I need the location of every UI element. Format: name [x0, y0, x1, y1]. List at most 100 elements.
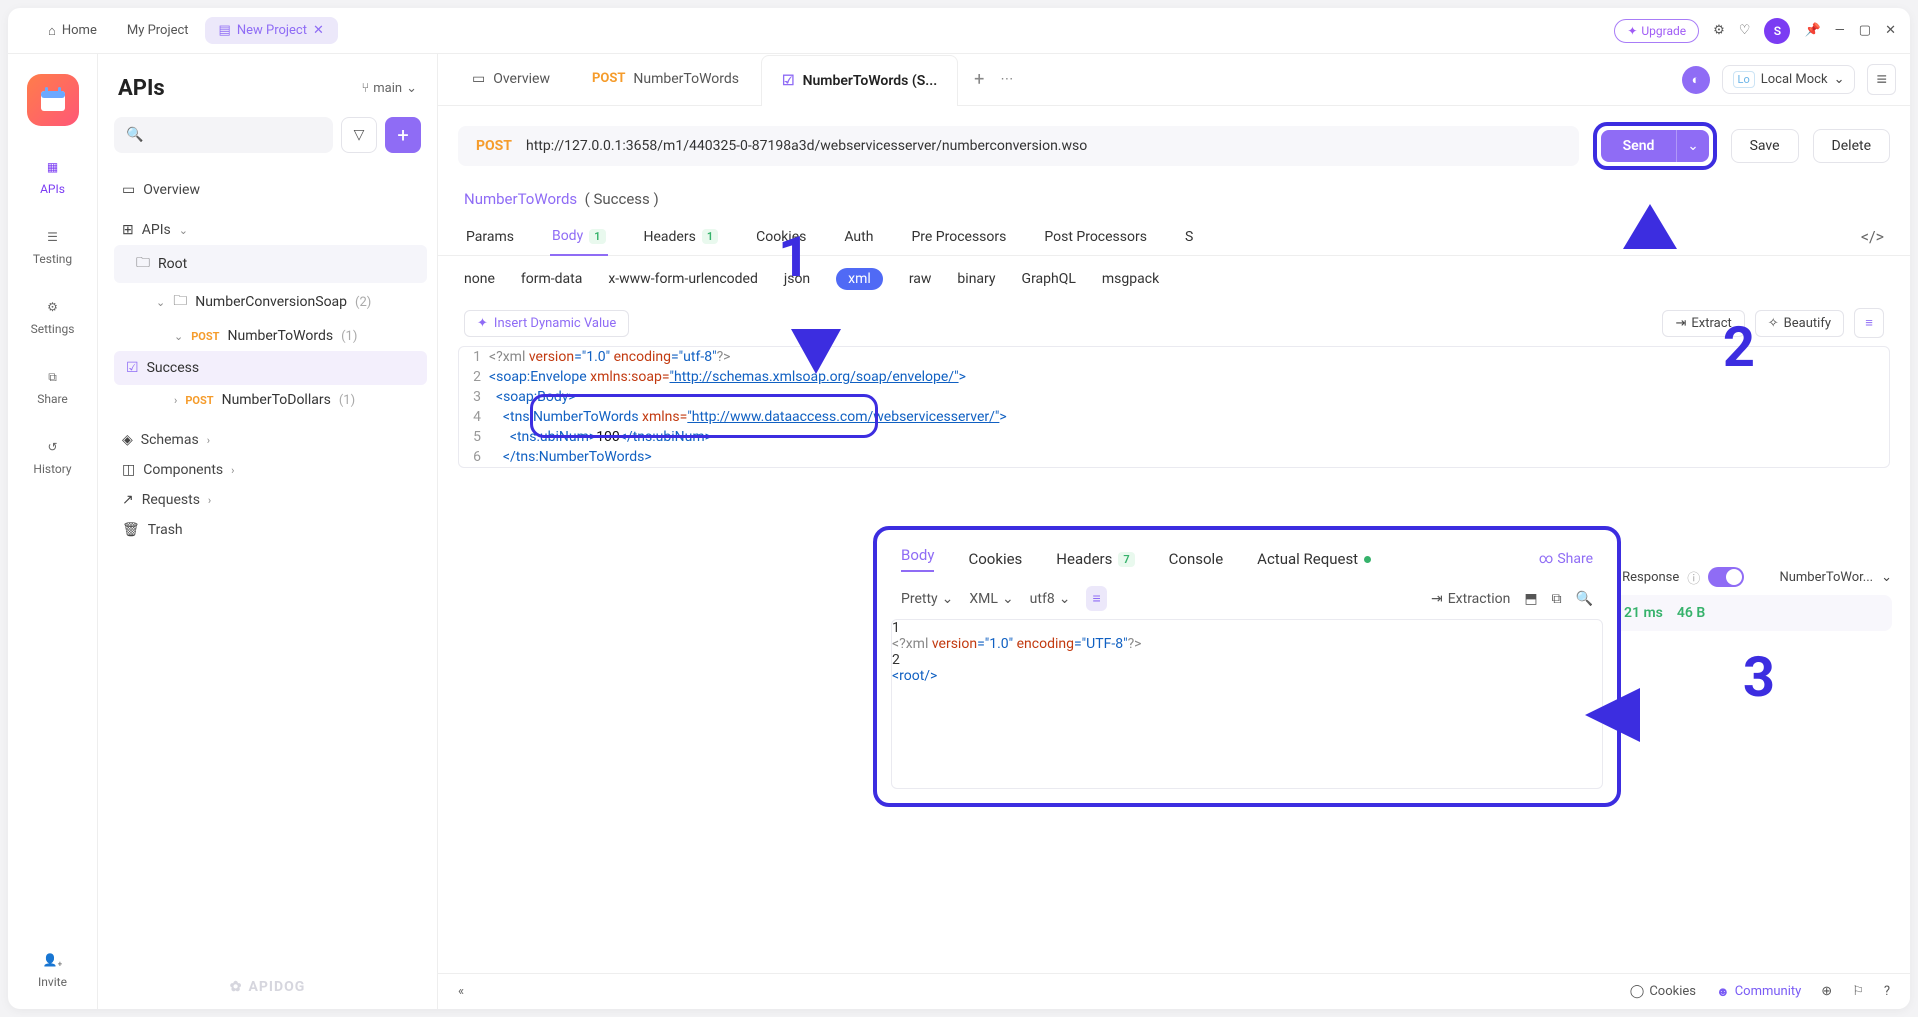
bell-icon[interactable]: ♡: [1739, 23, 1751, 38]
resp-extraction[interactable]: ⇥Extraction: [1431, 591, 1510, 607]
upgrade-button[interactable]: ✦ Upgrade: [1614, 19, 1699, 43]
code-icon[interactable]: </>: [1861, 227, 1884, 246]
run-icon[interactable]: ◐: [1682, 66, 1710, 94]
nav-testing[interactable]: ☰ Testing: [33, 226, 72, 266]
nav-history[interactable]: ↺ History: [33, 436, 71, 476]
bodytype-formdata[interactable]: form-data: [521, 271, 582, 287]
reqtab-pre[interactable]: Pre Processors: [909, 219, 1008, 255]
tree-components[interactable]: ◫ Components ›: [114, 455, 427, 485]
nav-share[interactable]: ⧉ Share: [37, 366, 68, 406]
save-button[interactable]: Save: [1731, 129, 1799, 163]
resptab-actual[interactable]: Actual Request: [1257, 550, 1371, 568]
tree-overview[interactable]: ▭ Overview: [114, 175, 427, 205]
tree-success-response[interactable]: ☑ Success: [114, 351, 427, 385]
maintab-success-label: NumberToWords (S...: [803, 73, 938, 89]
send-dropdown[interactable]: ⌄: [1676, 130, 1708, 162]
avatar[interactable]: S: [1764, 18, 1790, 44]
nav-history-label: History: [33, 462, 71, 476]
env-selector[interactable]: Lo Local Mock ⌄: [1722, 65, 1856, 94]
maximize-icon[interactable]: ▢: [1859, 23, 1871, 38]
tab-new-project[interactable]: ▤ New Project ✕: [205, 17, 338, 44]
bodytype-binary[interactable]: binary: [957, 271, 995, 287]
tree-endpoint-2-label: NumberToDollars: [222, 392, 331, 408]
tree-apis[interactable]: ⊞ APIs ⌄: [114, 215, 427, 245]
resptab-cookies[interactable]: Cookies: [968, 550, 1022, 568]
resptab-body[interactable]: Body: [901, 546, 934, 572]
resp-format-xml[interactable]: XML ⌄: [969, 591, 1013, 607]
bodytype-raw[interactable]: raw: [909, 271, 932, 287]
save-icon[interactable]: ⬒: [1524, 591, 1537, 607]
close-icon[interactable]: ✕: [313, 23, 324, 38]
wrap-icon[interactable]: ≡: [1086, 586, 1106, 611]
menu-icon[interactable]: ≡: [1867, 64, 1896, 95]
filter-button[interactable]: ▽: [341, 117, 377, 153]
help-icon[interactable]: ⓘ: [1687, 568, 1700, 587]
globe-icon[interactable]: ⊕: [1821, 984, 1832, 999]
add-button[interactable]: +: [385, 117, 421, 153]
maintab-success[interactable]: ☑ NumberToWords (S...: [761, 55, 958, 106]
nav-apis[interactable]: ▦ APIs: [40, 156, 65, 196]
nav-settings[interactable]: ⚙ Settings: [31, 296, 75, 336]
bodytype-urlenc[interactable]: x-www-form-urlencoded: [608, 271, 758, 287]
url-input[interactable]: POST http://127.0.0.1:3658/m1/440325-0-8…: [458, 126, 1579, 166]
send-button[interactable]: Send: [1601, 130, 1677, 162]
apis-icon: ▦: [41, 156, 63, 178]
pin-icon[interactable]: 📌: [1804, 23, 1820, 38]
validate-toggle[interactable]: [1708, 567, 1744, 587]
insert-dynamic-button[interactable]: ✦ Insert Dynamic Value: [464, 310, 629, 337]
gear-icon[interactable]: ⚙: [1713, 23, 1725, 38]
maintab-overview[interactable]: ▭ Overview: [452, 54, 570, 105]
more-icon[interactable]: ⋯: [1000, 72, 1013, 87]
delete-button[interactable]: Delete: [1813, 129, 1890, 163]
reqtab-auth[interactable]: Auth: [842, 219, 875, 255]
resptab-headers[interactable]: Headers 7: [1056, 550, 1134, 568]
bodytype-none[interactable]: none: [464, 271, 495, 287]
search-icon[interactable]: 🔍: [1576, 591, 1593, 607]
tree-root[interactable]: 🗀 Root: [114, 245, 427, 283]
wrap-icon[interactable]: ≡: [1854, 308, 1884, 338]
app-logo[interactable]: [27, 74, 79, 126]
bodytype-msgpack[interactable]: msgpack: [1102, 271, 1159, 287]
tree-endpoint-1[interactable]: ⌄ POST NumberToWords (1): [114, 321, 427, 351]
add-tab-icon[interactable]: +: [960, 69, 998, 90]
breadcrumb: NumberToWords ( Success ): [438, 186, 1910, 218]
tab-my-project[interactable]: My Project: [113, 17, 203, 44]
maintab-endpoint[interactable]: POST NumberToWords: [572, 54, 759, 105]
resp-share[interactable]: ∞Share: [1539, 551, 1593, 567]
flag-icon[interactable]: ⚐: [1852, 984, 1864, 999]
resptab-console[interactable]: Console: [1169, 550, 1224, 568]
bottom-cookies[interactable]: ◯Cookies: [1630, 984, 1696, 999]
collapse-icon[interactable]: «: [458, 984, 464, 999]
breadcrumb-status: ( Success ): [585, 190, 659, 208]
tree-group[interactable]: ⌄ 🗀 NumberConversionSoap (2): [114, 283, 427, 321]
resp-view-pretty[interactable]: Pretty ⌄: [901, 591, 953, 607]
tab-home[interactable]: ⌂ Home: [34, 17, 111, 45]
bottom-community[interactable]: ☻Community: [1716, 984, 1801, 1000]
tree-trash[interactable]: 🗑 Trash: [114, 515, 427, 545]
window-close-icon[interactable]: ✕: [1885, 23, 1896, 38]
resp-encoding[interactable]: utf8 ⌄: [1030, 591, 1071, 607]
response-body[interactable]: 1<?xml version="1.0" encoding="UTF-8"?> …: [891, 619, 1603, 789]
schema-selector-label[interactable]: NumberToWor...: [1779, 570, 1873, 585]
beautify-button[interactable]: ✧Beautify: [1755, 310, 1844, 337]
bodytype-graphql[interactable]: GraphQL: [1022, 271, 1076, 287]
reqtab-headers-count: 1: [702, 229, 718, 244]
nav-invite[interactable]: 👤₊ Invite: [38, 949, 67, 989]
tree-root-label: Root: [158, 256, 187, 272]
reqtab-truncated[interactable]: S: [1183, 219, 1195, 255]
branch-selector[interactable]: ⑂ main ⌄: [361, 81, 417, 96]
reqtab-body[interactable]: Body 1: [550, 218, 608, 256]
reqtab-post[interactable]: Post Processors: [1042, 219, 1149, 255]
tree-endpoint-2[interactable]: › POST NumberToDollars (1): [114, 385, 427, 415]
bodytype-xml[interactable]: xml: [836, 268, 883, 290]
minimize-icon[interactable]: —: [1835, 23, 1845, 38]
tree-requests[interactable]: ↗ Requests ›: [114, 485, 427, 515]
sidebar-search[interactable]: 🔍: [114, 117, 333, 153]
reqtab-headers[interactable]: Headers 1: [642, 219, 721, 255]
copy-icon[interactable]: ⧉: [1552, 591, 1562, 607]
help-icon[interactable]: ?: [1884, 984, 1890, 999]
request-body-editor[interactable]: 1<?xml version="1.0" encoding="utf-8"?> …: [458, 346, 1890, 468]
tree-requests-label: Requests: [142, 492, 200, 508]
tree-schemas[interactable]: ◈ Schemas ›: [114, 425, 427, 455]
reqtab-params[interactable]: Params: [464, 219, 516, 255]
